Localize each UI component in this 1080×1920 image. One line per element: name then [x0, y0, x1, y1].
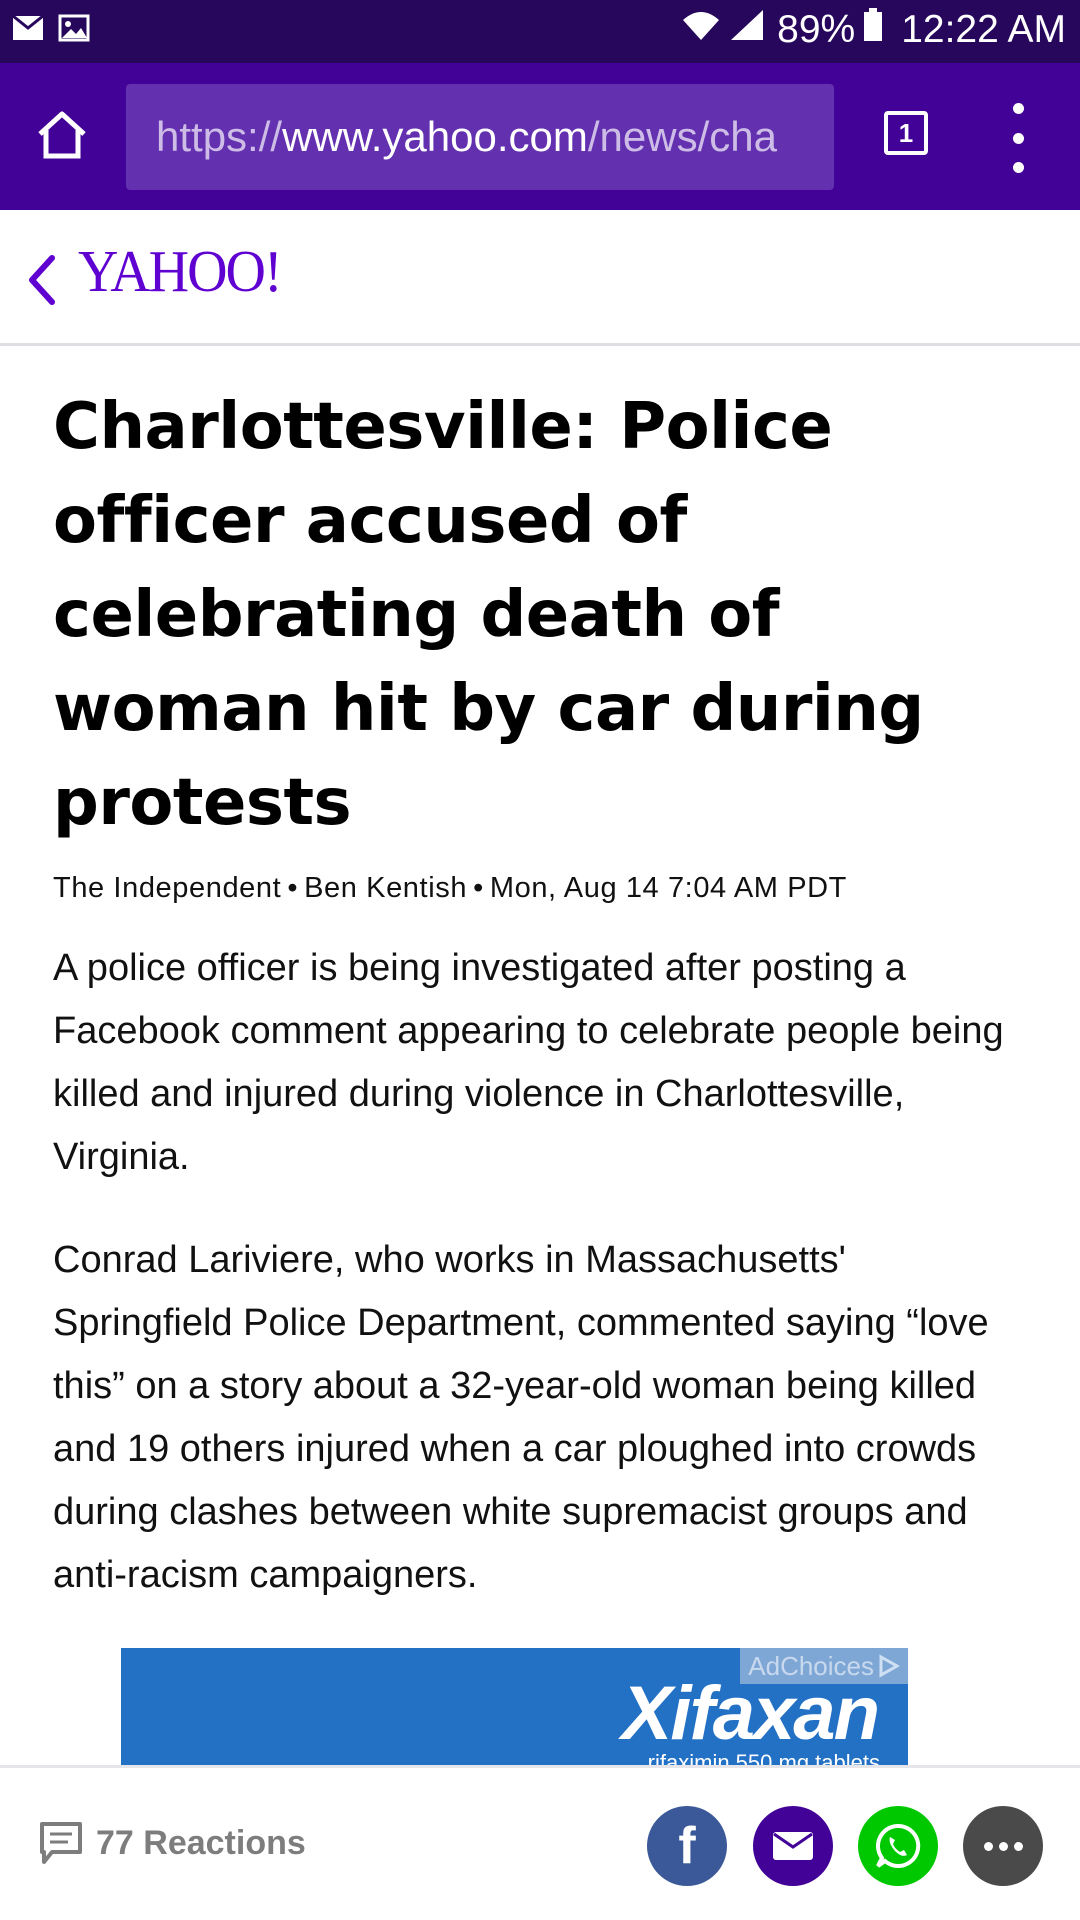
clock: 12:22 AM — [901, 8, 1066, 51]
email-icon — [773, 1832, 813, 1860]
adchoices-icon — [879, 1654, 900, 1678]
url-bar[interactable]: https://www.yahoo.com/news/cha — [126, 84, 834, 190]
site-header: YAHOO! — [0, 210, 1080, 346]
status-bar: 89% 12:22 AM — [0, 0, 1080, 63]
overflow-menu-button[interactable] — [1000, 103, 1036, 173]
back-chevron-icon[interactable] — [22, 252, 62, 308]
wifi-icon — [681, 8, 721, 52]
home-icon — [38, 111, 86, 159]
signal-icon — [729, 8, 765, 52]
url-prefix: https:// — [156, 113, 283, 160]
browser-toolbar: https://www.yahoo.com/news/cha 1 — [0, 63, 1080, 210]
ad-subtitle: rifaximin 550 mg tablets — [647, 1750, 880, 1766]
system-status: 89% 12:22 AM — [681, 8, 1066, 52]
notification-icons — [12, 14, 90, 47]
reactions-count: 77 Reactions — [96, 1823, 306, 1862]
url-host: www.yahoo.com — [282, 113, 588, 160]
article-source: The Independent — [53, 872, 282, 904]
battery-icon — [863, 8, 883, 52]
comment-icon — [40, 1822, 82, 1864]
ad-brand: Xifaxan — [621, 1671, 880, 1756]
article-paragraph: Conrad Lariviere, who works in Massachus… — [53, 1239, 989, 1596]
url-path: /news/cha — [587, 113, 777, 160]
article-headline: Charlottesville: Police officer accused … — [53, 390, 924, 840]
more-icon — [983, 1841, 1023, 1851]
tab-count: 1 — [898, 117, 914, 148]
tab-switcher-button[interactable]: 1 — [884, 111, 928, 155]
yahoo-logo[interactable]: YAHOO! — [78, 238, 283, 305]
email-notification-icon — [12, 14, 44, 46]
article-paragraph: A police officer is being investigated a… — [53, 947, 1004, 1178]
whatsapp-icon — [876, 1823, 921, 1868]
facebook-icon: f — [678, 1817, 696, 1875]
reactions-button[interactable]: 77 Reactions — [38, 1820, 306, 1866]
share-whatsapp-button[interactable] — [858, 1806, 938, 1886]
article: Charlottesville: Police officer accused … — [53, 380, 1033, 1607]
image-notification-icon — [58, 14, 90, 47]
advertisement[interactable]: AdChoices Xifaxan rifaximin 550 mg table… — [121, 1648, 908, 1766]
article-author: Ben Kentish — [304, 872, 468, 904]
article-byline: The Independent • Ben Kentish • Mon, Aug 14 … — [53, 872, 847, 904]
share-bar: 77 Reactions f — [0, 1765, 1080, 1920]
home-button[interactable] — [32, 105, 92, 165]
more-share-options-button[interactable] — [963, 1806, 1043, 1886]
share-email-button[interactable] — [753, 1806, 833, 1886]
share-facebook-button[interactable]: f — [647, 1806, 727, 1886]
battery-percent: 89% — [777, 8, 856, 51]
article-date: Mon, Aug 14 7:04 AM PDT — [489, 872, 847, 904]
